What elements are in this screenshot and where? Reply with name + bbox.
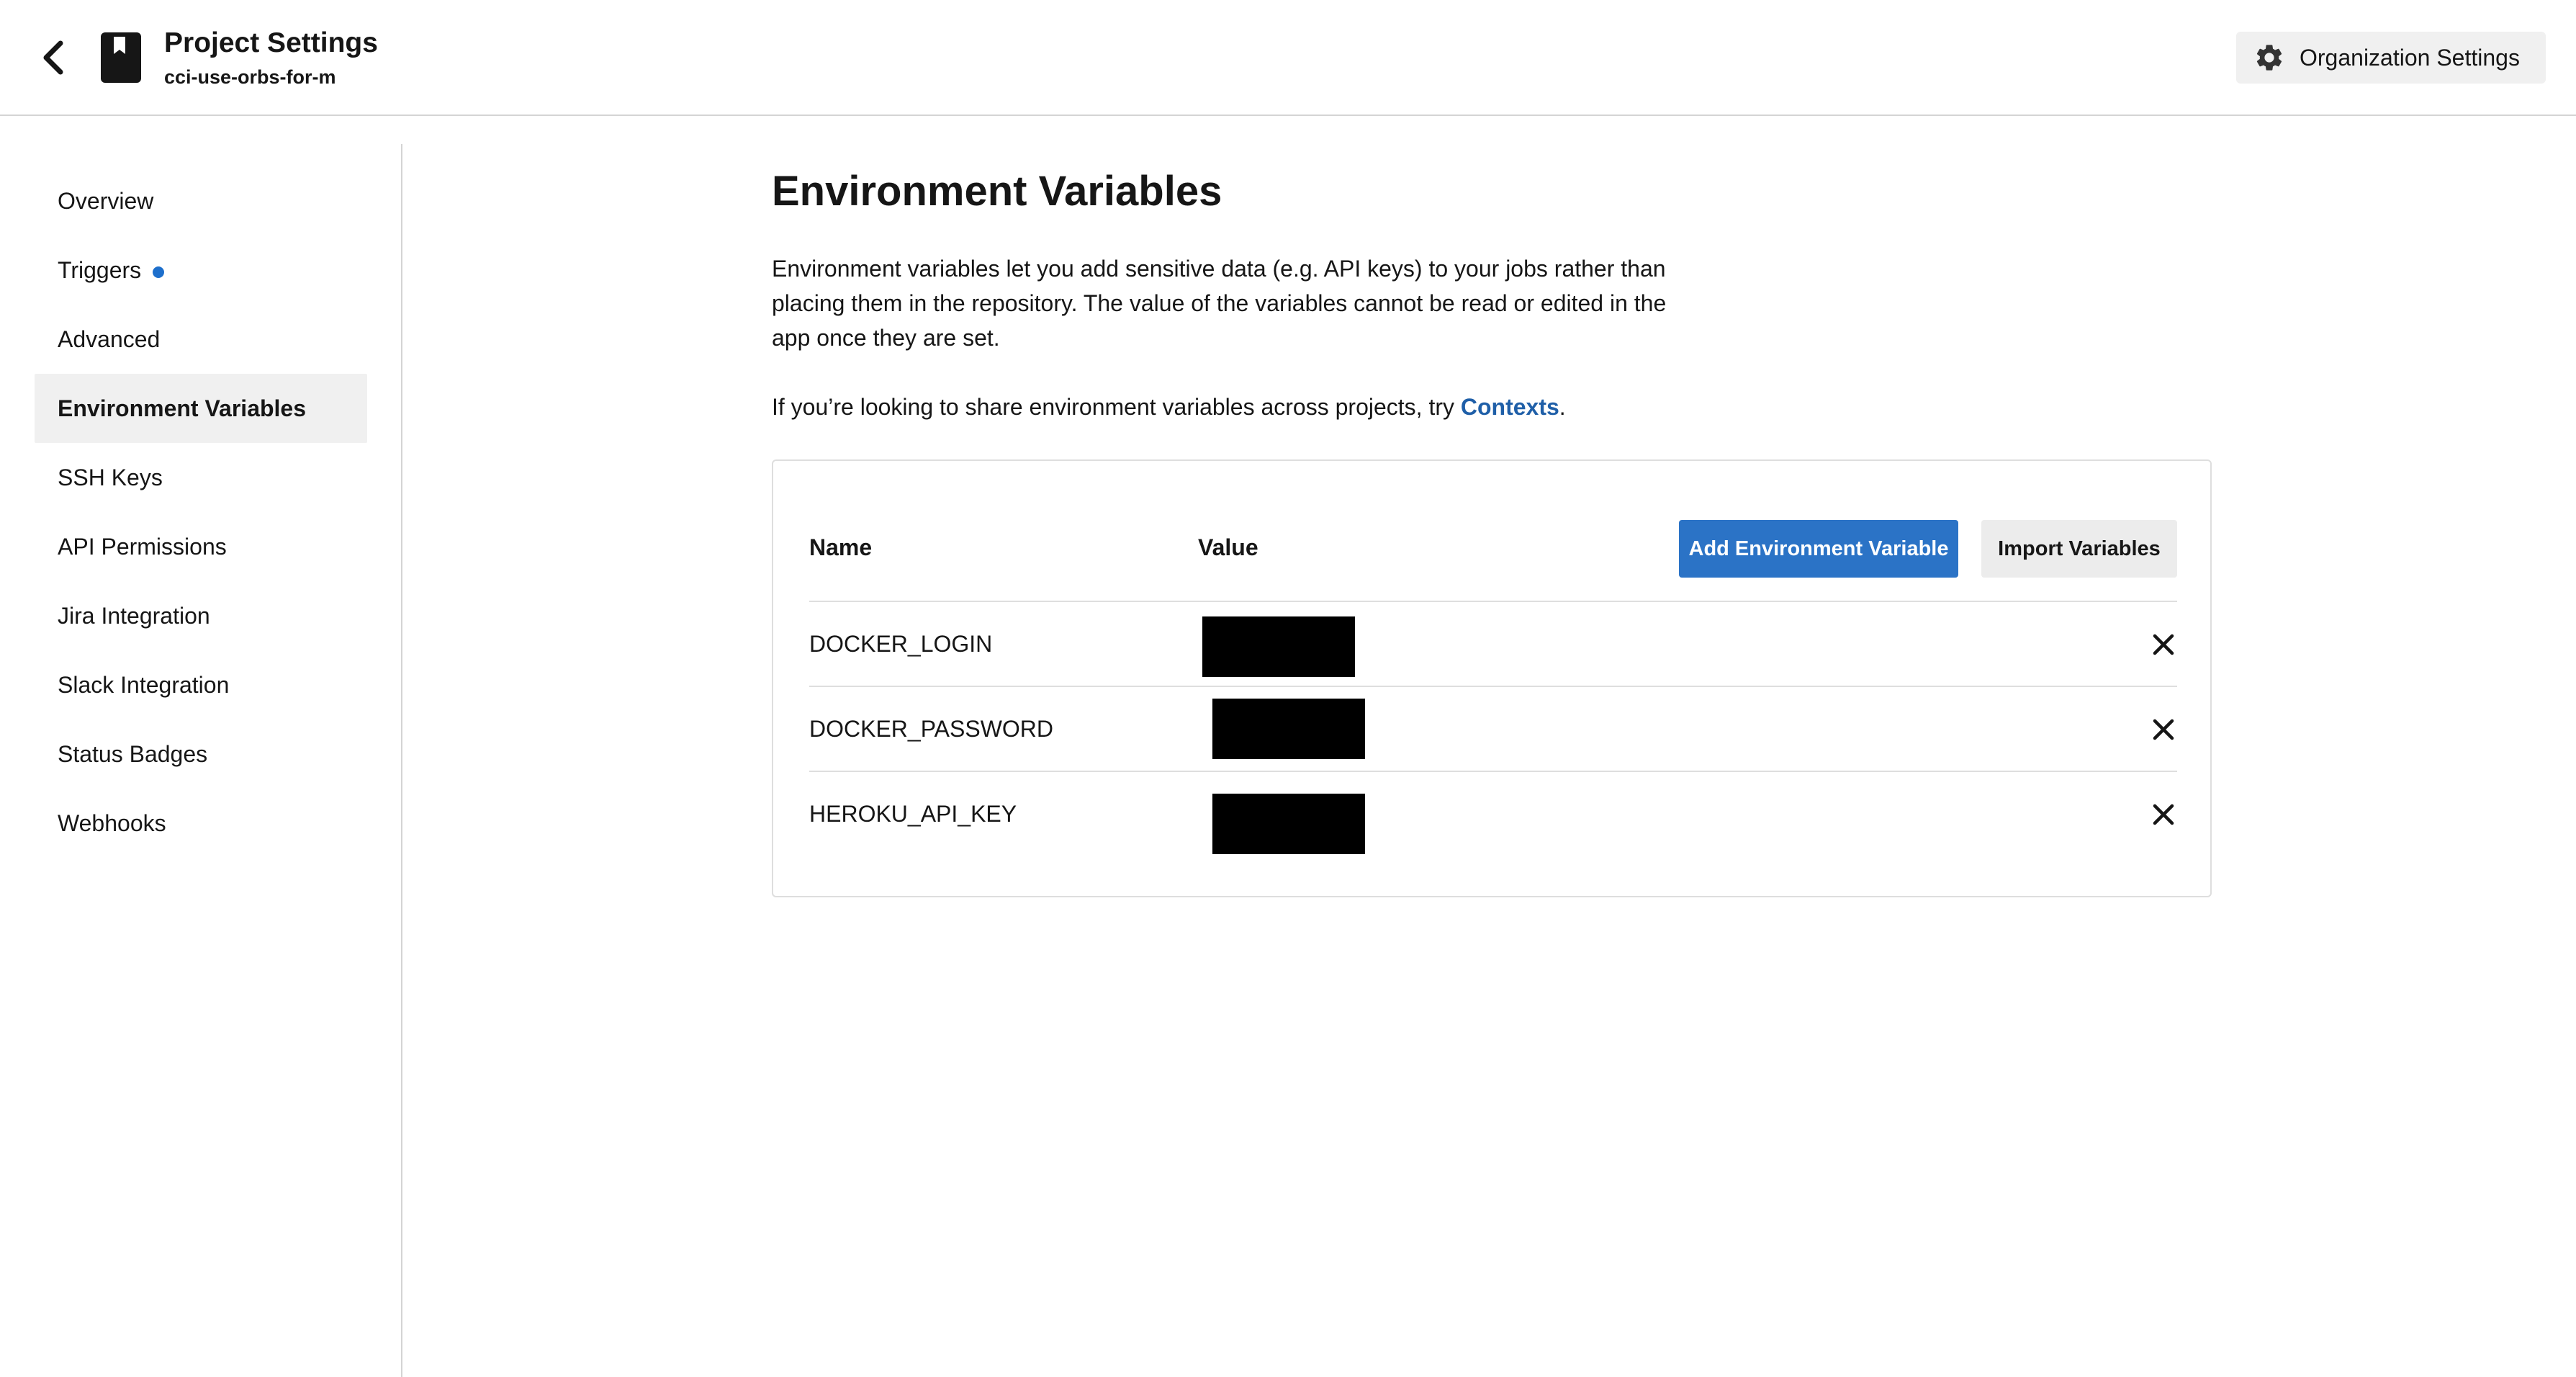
close-icon[interactable]	[2151, 717, 2176, 742]
import-variables-button[interactable]: Import Variables	[1981, 520, 2177, 578]
sidebar-item-status-badges[interactable]: Status Badges	[35, 719, 367, 789]
sidebar-item-label: Jira Integration	[58, 602, 210, 629]
sidebar-item-label: Status Badges	[58, 740, 208, 767]
sidebar-item-label: Environment Variables	[58, 395, 307, 421]
chevron-left-icon[interactable]	[37, 37, 69, 78]
gear-icon	[2256, 45, 2282, 71]
organization-settings-label: Organization Settings	[2300, 45, 2520, 71]
sidebar-item-label: Overview	[58, 187, 154, 214]
column-header-value: Value	[1198, 534, 1258, 560]
contexts-hint-suffix: .	[1559, 394, 1566, 420]
sidebar-item-jira-integration[interactable]: Jira Integration	[35, 581, 367, 650]
contexts-hint-text: If you’re looking to share environment v…	[772, 394, 1461, 420]
sidebar-item-label: Webhooks	[58, 809, 166, 836]
add-environment-variable-button[interactable]: Add Environment Variable	[1679, 520, 1958, 578]
sidebar-item-label: SSH Keys	[58, 464, 163, 490]
sidebar-item-webhooks[interactable]: Webhooks	[35, 789, 367, 858]
close-icon[interactable]	[2151, 632, 2176, 657]
sidebar-item-api-permissions[interactable]: API Permissions	[35, 512, 367, 581]
variable-name: DOCKER_LOGIN	[809, 631, 993, 657]
redacted-value	[1202, 616, 1355, 677]
sidebar-item-label: API Permissions	[58, 533, 227, 560]
settings-sidebar: Overview Triggers Advanced Environment V…	[0, 144, 402, 1377]
table-row: DOCKER_PASSWORD	[809, 687, 2177, 771]
sidebar-item-advanced[interactable]: Advanced	[35, 305, 367, 374]
sidebar-item-label: Advanced	[58, 326, 161, 352]
sidebar-item-overview[interactable]: Overview	[35, 166, 367, 236]
table-row: DOCKER_LOGIN	[809, 602, 2177, 686]
project-name: cci-use-orbs-for-m	[164, 66, 336, 88]
redacted-value	[1212, 699, 1365, 759]
env-vars-card: Name Value Add Environment Variable Impo…	[772, 459, 2212, 897]
variable-name: HEROKU_API_KEY	[809, 801, 1017, 827]
table-row: HEROKU_API_KEY	[809, 772, 2177, 856]
sidebar-item-ssh-keys[interactable]: SSH Keys	[35, 443, 367, 512]
organization-settings-button[interactable]: Organization Settings	[2236, 32, 2546, 84]
sidebar-item-label: Triggers	[58, 256, 142, 283]
sidebar-item-label: Slack Integration	[58, 671, 230, 698]
column-header-name: Name	[809, 534, 873, 560]
indicator-dot-icon	[153, 266, 165, 278]
close-icon[interactable]	[2151, 802, 2176, 827]
redacted-value	[1212, 794, 1365, 854]
page-title: Environment Variables	[772, 168, 1222, 215]
sidebar-item-slack-integration[interactable]: Slack Integration	[35, 650, 367, 719]
sidebar-item-triggers[interactable]: Triggers	[35, 236, 367, 305]
contexts-hint: If you’re looking to share environment v…	[772, 390, 1566, 424]
sidebar-item-environment-variables[interactable]: Environment Variables	[35, 374, 367, 443]
page-description: Environment variables let you add sensit…	[772, 256, 1667, 351]
contexts-link[interactable]: Contexts	[1461, 394, 1559, 420]
bookmark-icon	[101, 32, 141, 83]
variable-name: DOCKER_PASSWORD	[809, 716, 1054, 742]
page-header-title: Project Settings	[164, 27, 378, 58]
top-header: Project Settings cci-use-orbs-for-m Orga…	[0, 0, 2576, 116]
